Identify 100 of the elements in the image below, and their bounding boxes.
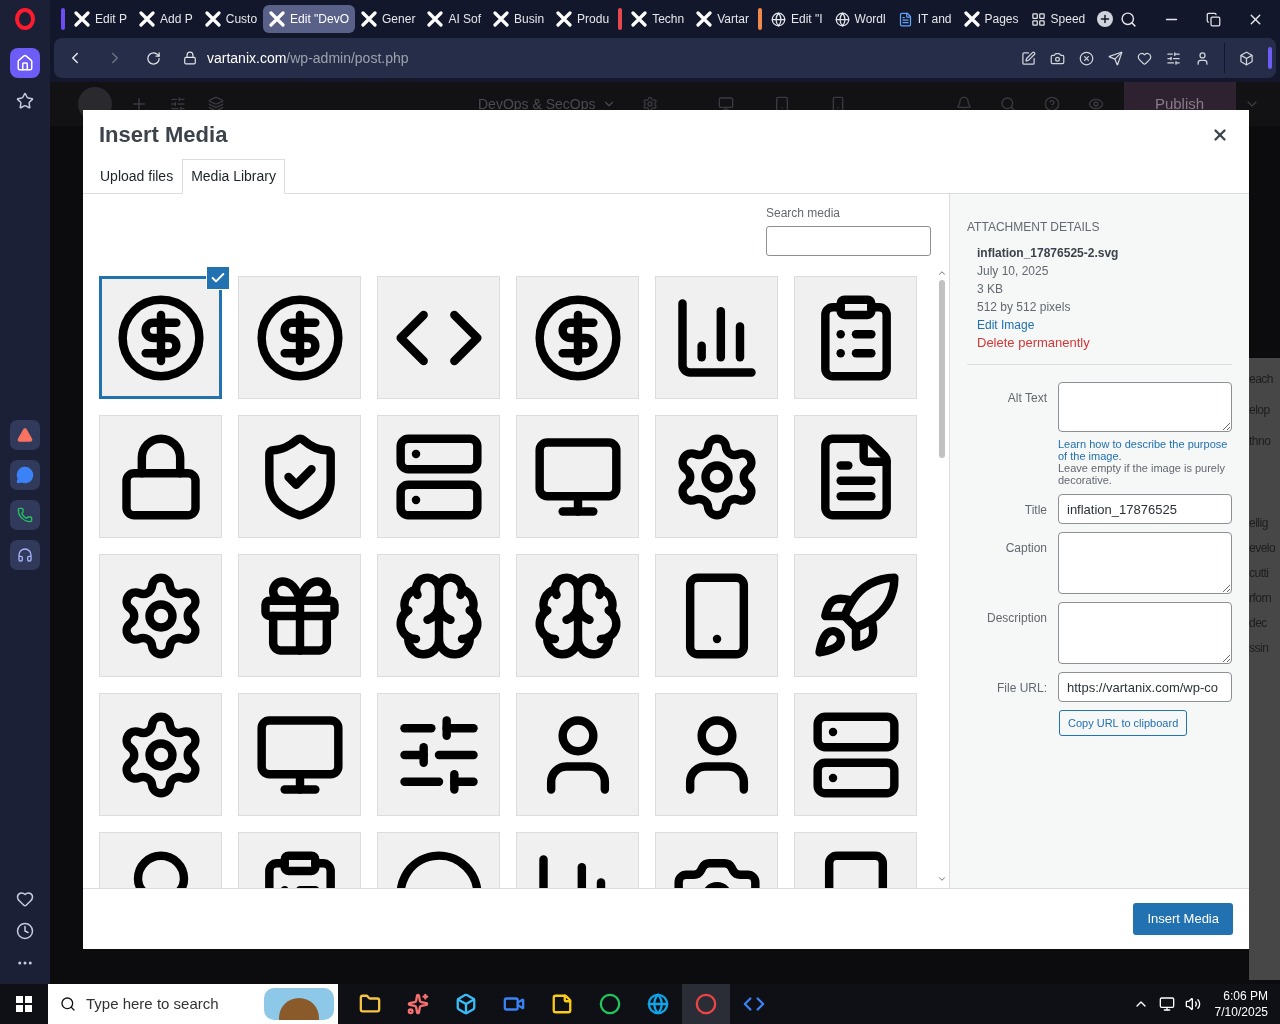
browser-tab[interactable]: Edit P [68, 5, 133, 33]
bell-icon[interactable] [955, 96, 972, 112]
cross-logo-icon [139, 11, 155, 27]
field-label: Alt Text [1006, 390, 1047, 407]
url-field[interactable]: https://vartanix.com/wp-co [1058, 672, 1232, 702]
help-text: Learn how to describe the purpose of the image. Leave empty if the image is purely decorative. [1058, 438, 1232, 486]
windows-logo-icon [16, 996, 32, 1012]
help-icon[interactable] [1043, 96, 1060, 112]
desktop-icon[interactable] [717, 96, 734, 112]
edit-image-link[interactable]: Edit Image [977, 316, 1035, 334]
home-button[interactable] [10, 48, 40, 78]
document-icon [897, 11, 913, 27]
browser-tab[interactable]: Pages [957, 5, 1025, 33]
field-label: Title [1023, 502, 1047, 519]
upload-date: July 10, 2025 [977, 263, 1050, 280]
cross-logo-icon [493, 11, 510, 27]
taskbar-app-icon [455, 993, 477, 1015]
browser-tab[interactable]: Edit "DevO [263, 5, 356, 33]
lock-icon [183, 51, 197, 65]
cross-logo-icon [74, 11, 90, 27]
search-field[interactable] [766, 226, 931, 256]
cross-logo-icon [556, 11, 573, 27]
star-icon[interactable] [16, 92, 34, 110]
scroll-down-icon[interactable] [937, 874, 947, 884]
add-icon[interactable] [130, 95, 148, 113]
browser-tab[interactable]: Edit "I [764, 5, 829, 33]
text-area[interactable] [1058, 602, 1232, 664]
field-label: Description [985, 610, 1047, 627]
cross-logo-icon [204, 11, 221, 27]
scroll-up-icon[interactable] [937, 268, 947, 278]
browser-tab[interactable]: Add P [133, 5, 199, 33]
sidebar-indicator [1268, 47, 1272, 69]
delete-link[interactable]: Delete permanently [977, 334, 1090, 352]
text-area[interactable] [1058, 532, 1232, 594]
settings-icon[interactable] [641, 96, 658, 112]
taskbar-search-field[interactable]: Type here to search [48, 984, 338, 1024]
grid-icon [1030, 11, 1046, 27]
browser-tab[interactable]: Techn [625, 5, 691, 33]
browser-tab[interactable]: Speed [1024, 5, 1092, 33]
sliders-icon[interactable] [170, 96, 186, 112]
volume-icon[interactable] [1184, 996, 1201, 1012]
sliders-icon[interactable] [1166, 50, 1181, 66]
file-name: inflation_17876525-2.svg [977, 245, 1120, 262]
browser-tab[interactable]: Custo [198, 5, 264, 33]
opera-icon[interactable] [682, 984, 730, 1024]
camera-icon[interactable] [1050, 50, 1065, 66]
clock-icon[interactable] [16, 922, 34, 940]
preview-icon[interactable] [1087, 96, 1104, 112]
text-area[interactable] [1058, 382, 1232, 432]
tablet-icon[interactable] [773, 96, 790, 112]
field-label: Caption [1004, 540, 1047, 557]
blocker-icon[interactable] [1079, 50, 1094, 66]
address-field[interactable]: vartanix.com/wp-admin/post.php [207, 47, 409, 69]
browser-tab[interactable]: Wordl [828, 5, 892, 33]
image-dimensions: 512 by 512 pixels [977, 299, 1072, 316]
new-tab-button[interactable] [1097, 11, 1114, 27]
clock-time[interactable]: 6:06 PM [1223, 988, 1268, 1004]
cross-logo-icon [361, 11, 378, 27]
browser-tab[interactable]: IT and [891, 5, 958, 33]
clock-date[interactable]: 7/10/2025 [1214, 1004, 1268, 1020]
cross-logo-icon [631, 11, 648, 27]
box-icon[interactable] [1239, 50, 1254, 66]
field-label: File URL: [996, 680, 1047, 697]
insert-media-button[interactable]: Insert Media [1133, 903, 1233, 935]
search-placeholder: Type here to search [86, 993, 219, 1014]
phone-icon[interactable] [10, 500, 40, 530]
heart-icon[interactable] [16, 890, 34, 908]
heart-icon[interactable] [1137, 50, 1152, 66]
globe-icon [770, 11, 786, 27]
file-size: 3 KB [977, 281, 1004, 298]
messenger-icon[interactable] [10, 460, 40, 490]
media-thumbnail[interactable] [99, 276, 222, 399]
reload-icon[interactable] [146, 50, 161, 66]
restore-icon[interactable] [1206, 11, 1221, 27]
copy-url-button[interactable]: Copy URL to clipboard [1059, 710, 1188, 736]
browser-tab[interactable]: Busin [487, 5, 551, 33]
browser-tab[interactable]: Produ [550, 5, 616, 33]
browser-tab[interactable]: Vartar [690, 5, 755, 33]
send-icon[interactable] [1108, 50, 1123, 66]
network-icon[interactable] [1158, 996, 1175, 1012]
app-icon[interactable] [10, 420, 40, 450]
help-link[interactable]: Learn how to describe the purpose of the image. [1058, 438, 1232, 462]
cross-logo-icon [269, 11, 286, 27]
taskbar-app-icon [407, 993, 429, 1015]
home-icon [16, 54, 34, 72]
opera-logo-icon[interactable] [15, 8, 35, 30]
check-badge[interactable] [206, 266, 230, 290]
dialog-tab[interactable]: Media Library [182, 159, 285, 194]
section-heading: ATTACHMENT DETAILS [967, 219, 1101, 236]
headphones-icon[interactable] [10, 540, 40, 570]
edit-icon[interactable] [1021, 50, 1036, 66]
search-icon[interactable] [999, 96, 1016, 112]
search-icon [60, 996, 76, 1012]
search-icon[interactable] [1120, 10, 1137, 28]
layers-icon[interactable] [208, 96, 224, 112]
text-field[interactable]: inflation_17876525 [1058, 494, 1232, 524]
dialog-tab[interactable]: Upload files [91, 159, 183, 194]
browser-tab[interactable]: Gener [355, 5, 422, 33]
browser-tab[interactable]: AI Sof [421, 5, 488, 33]
profile-icon[interactable] [1195, 50, 1210, 66]
